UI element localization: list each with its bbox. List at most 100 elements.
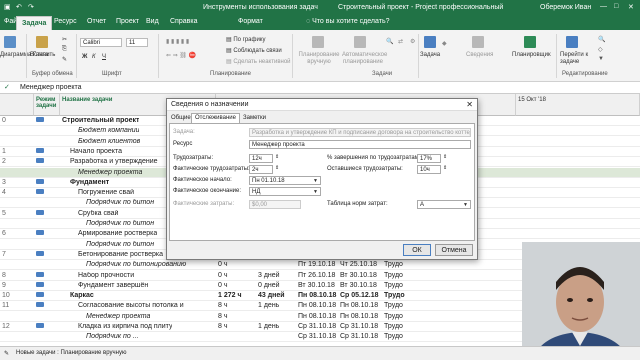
- tab-resource[interactable]: Ресурс: [54, 18, 77, 25]
- planner-label[interactable]: Планировщик: [512, 52, 551, 58]
- start-cell[interactable]: Пн 08.10.18: [298, 302, 336, 309]
- goto-task-label[interactable]: Перейти к задаче: [560, 52, 590, 66]
- actual-finish-field[interactable]: НД ▼: [249, 187, 321, 196]
- detail-cell[interactable]: Трудо: [384, 333, 403, 340]
- inspect-icon[interactable]: 🔍: [386, 38, 393, 45]
- move-icon[interactable]: ⇄: [398, 38, 403, 45]
- work-field[interactable]: 12ч: [249, 154, 273, 163]
- entry-bar[interactable]: ✓ Менеджер проекта: [0, 82, 640, 94]
- tab-format[interactable]: Формат: [238, 18, 263, 25]
- finish-cell[interactable]: Чт 25.10.18: [340, 261, 377, 268]
- cost-table-select[interactable]: A ▼: [417, 200, 471, 209]
- task-name-cell[interactable]: Каркас: [70, 292, 94, 299]
- start-cell[interactable]: Пн 08.10.18: [298, 313, 336, 320]
- entry-value[interactable]: Менеджер проекта: [20, 84, 82, 91]
- task-name-cell[interactable]: Подрядчик по битон: [86, 220, 154, 227]
- detail-cell[interactable]: Трудо: [384, 323, 403, 330]
- close-icon[interactable]: ✕: [628, 3, 634, 11]
- task-name-cell[interactable]: Фундамент: [70, 179, 109, 186]
- start-cell[interactable]: Вт 30.10.18: [298, 282, 335, 289]
- task-insert-label[interactable]: Задача: [420, 52, 440, 58]
- inactivate-button[interactable]: ▤ Сделать неактивной: [226, 58, 291, 65]
- actual-work-spinner-icon[interactable]: ⇕: [275, 165, 279, 171]
- start-cell[interactable]: Ср 31.10.18: [298, 333, 336, 340]
- task-name-cell[interactable]: Менеджер проекта: [78, 169, 142, 176]
- detail-cell[interactable]: Трудо: [384, 302, 403, 309]
- duration-cell[interactable]: 1 день: [258, 302, 279, 309]
- task-name-cell[interactable]: Подрядчик по битонированию: [86, 261, 186, 268]
- fill-icon[interactable]: ▼: [598, 56, 604, 62]
- task-name-cell[interactable]: Строительный проект: [62, 117, 139, 124]
- detail-cell[interactable]: Трудо: [384, 282, 403, 289]
- task-field[interactable]: Разработка и утверждение КП и подписание…: [249, 128, 471, 137]
- italic-button[interactable]: К: [92, 54, 96, 60]
- task-name-cell[interactable]: Бюджет клиентов: [78, 138, 140, 145]
- start-cell[interactable]: Пн 08.10.18: [298, 292, 336, 299]
- work-spinner-icon[interactable]: ⇕: [275, 154, 279, 160]
- search-box[interactable]: ◌ Что вы хотите сделать?: [306, 18, 390, 25]
- redo-icon[interactable]: ↷: [28, 3, 34, 11]
- copy-icon[interactable]: ⎘: [62, 46, 67, 53]
- paste-icon[interactable]: [36, 36, 48, 48]
- finish-cell[interactable]: Вт 30.10.18: [340, 282, 377, 289]
- task-name-cell[interactable]: Фундамент завершён: [78, 282, 148, 289]
- duration-cell[interactable]: 3 дней: [258, 272, 280, 279]
- start-cell[interactable]: Ср 31.10.18: [298, 323, 336, 330]
- maximize-icon[interactable]: □: [614, 3, 618, 10]
- font-name-select[interactable]: Calibri: [80, 38, 122, 47]
- user-name[interactable]: Оберемок Иван: [540, 4, 591, 11]
- task-name-cell[interactable]: Менеджер проекта: [86, 313, 150, 320]
- finish-cell[interactable]: Ср 31.10.18: [340, 333, 378, 340]
- start-cell[interactable]: Пт 26.10.18: [298, 272, 335, 279]
- task-name-cell[interactable]: Бетонирование ростверка: [78, 251, 163, 258]
- format-painter-icon[interactable]: ✎: [62, 56, 67, 63]
- bold-button[interactable]: Ж: [82, 54, 87, 60]
- pct-spinner-icon[interactable]: ⇕: [443, 154, 447, 160]
- detail-cell[interactable]: Трудо: [384, 313, 403, 320]
- task-name-cell[interactable]: Погружение свай: [78, 189, 134, 196]
- work-cell[interactable]: 0 ч: [218, 261, 228, 268]
- gantt-chart-icon[interactable]: [4, 36, 16, 48]
- clear-icon[interactable]: ◇: [598, 46, 603, 53]
- mode-icon[interactable]: ⚙: [410, 38, 415, 45]
- info-icon[interactable]: [472, 36, 484, 48]
- dialog-close-icon[interactable]: ✕: [466, 100, 473, 109]
- dialog-tab-general[interactable]: Общие: [171, 115, 191, 121]
- duration-cell[interactable]: 0 дней: [258, 282, 280, 289]
- auto-schedule-label[interactable]: Автоматическое планирование: [342, 52, 387, 66]
- remaining-work-field[interactable]: 10ч: [417, 165, 441, 174]
- tab-project[interactable]: Проект: [116, 18, 139, 25]
- detail-cell[interactable]: Трудо: [384, 292, 405, 299]
- paste-label[interactable]: Вставить: [30, 52, 55, 58]
- finish-cell[interactable]: Вт 30.10.18: [340, 272, 377, 279]
- schedule-by-button[interactable]: ▤ По графику: [226, 36, 266, 43]
- tab-help[interactable]: Справка: [170, 18, 197, 25]
- task-name-cell[interactable]: Набор прочности: [78, 272, 134, 279]
- actual-cost-field[interactable]: $0,00: [249, 200, 301, 209]
- finish-cell[interactable]: Пн 08.10.18: [340, 302, 378, 309]
- detail-cell[interactable]: Трудо: [384, 261, 403, 268]
- planner-icon[interactable]: [524, 36, 536, 48]
- manual-schedule-label[interactable]: Планирование вручную: [298, 52, 340, 66]
- actual-finish-dropdown-icon[interactable]: ▼: [313, 189, 318, 195]
- duration-cell[interactable]: 1 день: [258, 323, 279, 330]
- work-cell[interactable]: 8 ч: [218, 323, 228, 330]
- task-name-cell[interactable]: Разработка и утверждение: [70, 158, 158, 165]
- cost-table-dropdown-icon[interactable]: ▼: [463, 202, 468, 208]
- task-name-cell[interactable]: Армирование ростверка: [78, 230, 157, 237]
- work-cell[interactable]: 0 ч: [218, 282, 228, 289]
- ok-button[interactable]: ОК: [403, 244, 431, 256]
- underline-button[interactable]: Ч: [102, 54, 106, 60]
- check-icon[interactable]: ✓: [4, 83, 10, 91]
- find-icon[interactable]: 🔍: [598, 36, 605, 43]
- tab-view[interactable]: Вид: [146, 18, 159, 25]
- indent-buttons[interactable]: ⇐ ⇒ ⛓ ⛔: [166, 52, 196, 59]
- finish-cell[interactable]: Ср 05.12.18: [340, 292, 379, 299]
- font-size-select[interactable]: 11: [126, 38, 148, 47]
- minimize-icon[interactable]: —: [600, 3, 607, 10]
- resource-field[interactable]: Менеджер проекта: [249, 140, 471, 149]
- manual-schedule-icon[interactable]: [312, 36, 324, 48]
- dialog-tab-tracking[interactable]: Отслеживание: [191, 113, 240, 123]
- task-name-cell[interactable]: Подрядчик по битон: [86, 241, 154, 248]
- detail-cell[interactable]: Трудо: [384, 272, 403, 279]
